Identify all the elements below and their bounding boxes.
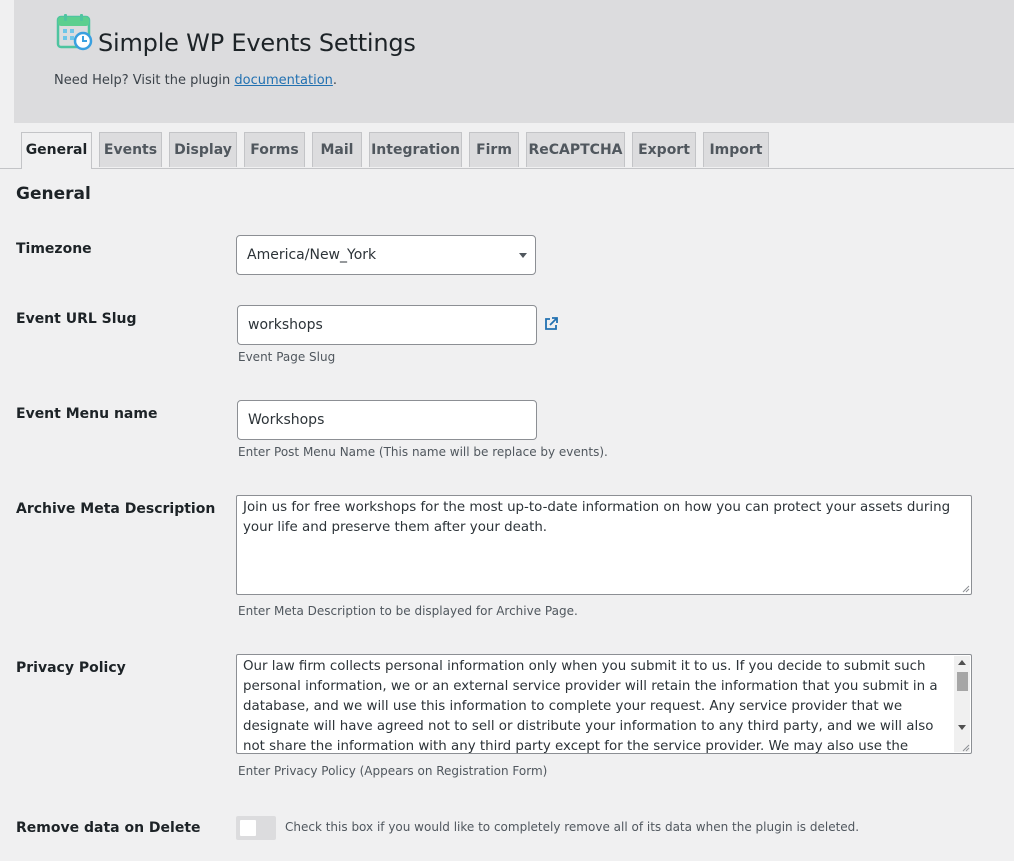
documentation-link[interactable]: documentation	[234, 73, 332, 88]
toggle-knob	[240, 820, 256, 836]
section-title: General	[16, 184, 91, 204]
slug-value: workshops	[248, 317, 323, 333]
menu-name-input[interactable]: Workshops	[237, 400, 537, 440]
tab-general[interactable]: General	[21, 132, 92, 169]
page-title: Simple WP Events Settings	[98, 29, 416, 57]
slug-description: Event Page Slug	[238, 350, 336, 364]
archive-meta-value: Join us for free workshops for the most …	[243, 500, 951, 535]
tab-events[interactable]: Events	[99, 132, 162, 167]
scroll-down-icon[interactable]	[958, 725, 966, 730]
privacy-value: Our law firm collects personal informati…	[243, 659, 938, 754]
tab-forms[interactable]: Forms	[244, 132, 305, 167]
privacy-description: Enter Privacy Policy (Appears on Registr…	[238, 764, 548, 778]
calendar-clock-logo-icon	[56, 14, 93, 51]
resize-handle-icon[interactable]	[961, 743, 970, 752]
resize-handle-icon[interactable]	[961, 584, 970, 593]
tab-import[interactable]: Import	[703, 132, 769, 167]
timezone-select[interactable]: America/New_York	[236, 235, 536, 275]
menu-name-value: Workshops	[248, 412, 325, 428]
help-text: Need Help? Visit the plugin documentatio…	[54, 73, 337, 88]
archive-meta-textarea[interactable]: Join us for free workshops for the most …	[236, 495, 972, 595]
settings-header	[14, 0, 1014, 123]
privacy-scrollbar[interactable]	[954, 656, 970, 752]
scroll-thumb[interactable]	[957, 672, 968, 691]
privacy-label: Privacy Policy	[16, 660, 126, 676]
slug-input[interactable]: workshops	[237, 305, 537, 345]
privacy-textarea[interactable]: Our law firm collects personal informati…	[236, 654, 972, 754]
remove-data-description: Check this box if you would like to comp…	[285, 820, 860, 834]
remove-data-toggle[interactable]	[236, 816, 276, 840]
tab-mail[interactable]: Mail	[312, 132, 362, 167]
slug-label: Event URL Slug	[16, 311, 137, 327]
menu-name-label: Event Menu name	[16, 406, 158, 422]
menu-name-description: Enter Post Menu Name (This name will be …	[238, 445, 608, 459]
tab-firm[interactable]: Firm	[469, 132, 519, 167]
external-link-icon[interactable]	[543, 316, 559, 332]
scroll-up-icon[interactable]	[958, 660, 966, 665]
tab-export[interactable]: Export	[632, 132, 696, 167]
help-suffix: .	[332, 73, 338, 88]
remove-data-label: Remove data on Delete	[16, 820, 201, 836]
help-prefix: Need Help? Visit the plugin	[54, 73, 235, 88]
settings-tabs: General Events Display Forms Mail Integr…	[0, 132, 1014, 169]
timezone-label: Timezone	[16, 241, 92, 257]
tab-recaptcha[interactable]: ReCAPTCHA	[526, 132, 625, 167]
chevron-down-icon	[519, 253, 527, 258]
archive-meta-label: Archive Meta Description	[16, 501, 216, 517]
archive-meta-description: Enter Meta Description to be displayed f…	[238, 604, 578, 618]
tab-display[interactable]: Display	[169, 132, 237, 167]
timezone-value: America/New_York	[247, 247, 377, 263]
tab-integration[interactable]: Integration	[369, 132, 462, 167]
